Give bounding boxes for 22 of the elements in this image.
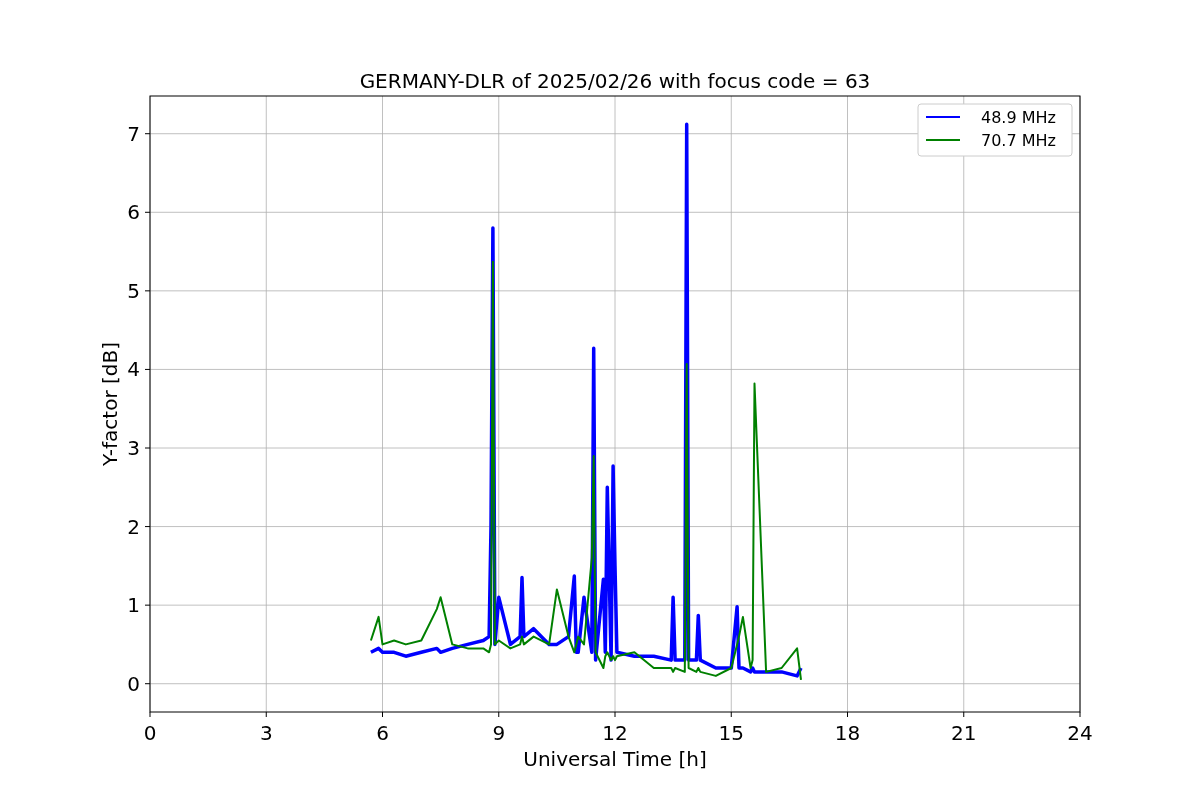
y-tick-label: 2 [127, 514, 140, 539]
legend-label: 48.9 MHz [981, 108, 1056, 127]
legend-label: 70.7 MHz [981, 131, 1056, 150]
x-tick-label: 9 [492, 721, 506, 745]
y-tick-label: 7 [127, 121, 140, 146]
x-tick-label: 3 [259, 721, 273, 745]
x-tick-label: 0 [143, 721, 157, 745]
y-tick-label: 0 [127, 671, 140, 696]
chart-title: GERMANY-DLR of 2025/02/26 with focus code = 63 [359, 69, 871, 93]
y-tick-label: 4 [127, 357, 140, 382]
y-tick-label: 5 [127, 278, 140, 303]
x-tick-label: 15 [718, 721, 744, 745]
y-tick-label: 6 [127, 200, 140, 225]
x-axis-label: Universal Time [h] [523, 747, 707, 771]
x-tick-label: 6 [376, 721, 389, 745]
y-tick-label: 3 [127, 436, 140, 460]
y-axis-label: Y-factor [dB] [98, 342, 122, 466]
x-tick-label: 21 [951, 721, 977, 745]
x-tick-label: 18 [834, 721, 861, 745]
x-tick-label: 24 [1067, 721, 1093, 745]
x-tick-label: 12 [602, 721, 628, 745]
y-tick-label: 1 [127, 593, 140, 618]
